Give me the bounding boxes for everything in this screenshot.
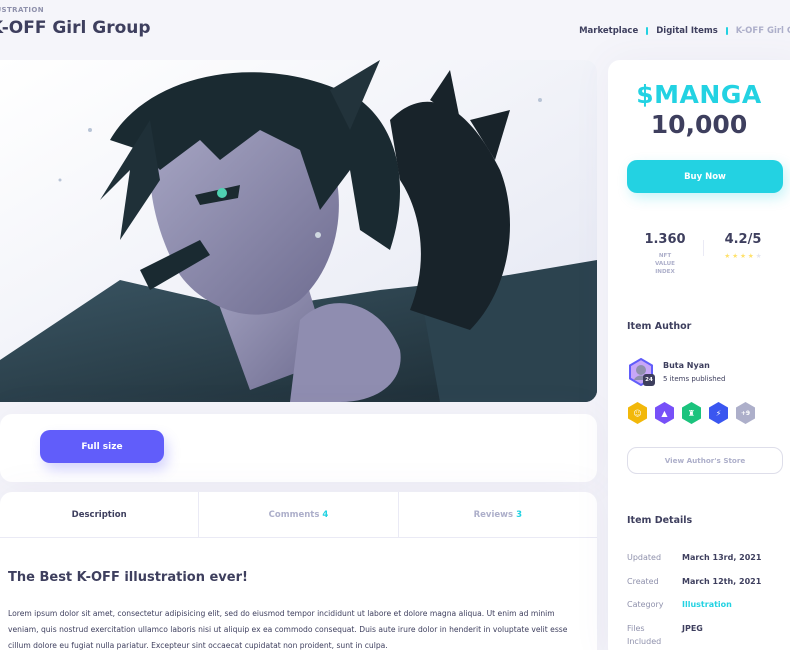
tab-label: Reviews: [473, 509, 514, 520]
tab-label: Comments: [268, 509, 320, 520]
star-empty-icon: ★: [755, 252, 762, 260]
nft-value: 1.360: [644, 232, 686, 247]
nft-value-label: NFT VALUE INDEX: [654, 253, 675, 275]
star-filled-icon: ★: [747, 252, 754, 260]
avatar[interactable]: 24: [627, 357, 655, 387]
full-size-panel: Full size: [0, 414, 597, 482]
star-filled-icon: ★: [740, 252, 746, 260]
price-amount: 10,000: [650, 110, 748, 139]
full-size-button[interactable]: Full size: [40, 430, 164, 463]
tab-description[interactable]: Description: [0, 492, 200, 537]
item-info-card: Description Comments 4 Reviews 3 The Bes…: [0, 492, 597, 650]
detail-value: JPEG: [682, 624, 703, 633]
page-kicker: llustration: [0, 6, 45, 14]
star-filled-icon: ★: [724, 252, 731, 260]
author-badges: ☺ ▲ ♜ ⚡ +9: [627, 401, 756, 425]
author-level-badge: 24: [643, 374, 655, 386]
stat-divider: [703, 240, 704, 256]
breadcrumb-current: K-OFF Girl Grou: [735, 26, 790, 36]
detail-key: Updated: [627, 553, 662, 562]
breadcrumb-marketplace[interactable]: Marketplace: [579, 26, 638, 36]
buy-now-button[interactable]: Buy Now: [627, 160, 783, 193]
tab-count: 3: [516, 509, 522, 520]
view-authors-store-button[interactable]: View Author's Store: [627, 447, 783, 474]
description-text: Lorem ipsum dolor sit amet, consectetur …: [8, 609, 568, 650]
breadcrumb-separator: [725, 27, 728, 35]
nft-value-stat: 1.360 NFT VALUE INDEX: [632, 232, 698, 276]
star-filled-icon: ★: [732, 252, 739, 260]
breadcrumb: Marketplace Digital Items K-OFF Girl Gro…: [579, 26, 790, 36]
trophy-badge-icon[interactable]: ♜: [681, 401, 702, 425]
tab-reviews[interactable]: Reviews 3: [399, 492, 597, 537]
tab-count: 4: [322, 509, 329, 520]
price-currency: $MANGA: [636, 80, 762, 109]
item-preview-image: [0, 60, 597, 402]
author-items-published: 5 items published: [663, 375, 726, 383]
smiley-badge-icon[interactable]: ☺: [627, 401, 648, 425]
page-title: K-OFF Girl Group: [0, 18, 151, 38]
detail-category-link[interactable]: Illustration: [682, 598, 732, 611]
author-name[interactable]: Buta Nyan: [663, 361, 710, 370]
bolt-badge-icon[interactable]: ⚡: [708, 401, 729, 425]
rating-value: 4.2/5: [724, 232, 762, 247]
detail-key: Created: [627, 577, 659, 586]
detail-key: Category: [627, 600, 664, 609]
detail-key: Files Included: [627, 624, 662, 646]
item-author-heading: Item Author: [627, 321, 692, 332]
more-badges-count: +9: [740, 409, 751, 417]
breadcrumb-digital-items[interactable]: Digital Items: [656, 26, 718, 36]
purchase-sidebar: $MANGA 10,000 Buy Now 1.360 NFT VALUE IN…: [608, 60, 790, 650]
rating-stars: ★ ★ ★ ★ ★: [710, 253, 776, 260]
detail-value: March 13rd, 2021: [682, 553, 762, 562]
item-tabs: Description Comments 4 Reviews 3: [0, 492, 597, 538]
breadcrumb-separator: [646, 27, 649, 35]
rating-stat: 4.2/5 ★ ★ ★ ★ ★: [710, 232, 776, 260]
description-heading: The Best K-OFF illustration ever!: [8, 570, 248, 585]
item-page: llustration K-OFF Girl Group Marketplace…: [0, 0, 790, 650]
more-badge-icon[interactable]: +9: [735, 401, 756, 425]
illustration-artwork: [0, 60, 597, 402]
tab-comments[interactable]: Comments 4: [199, 492, 399, 537]
item-details-heading: Item Details: [627, 515, 693, 526]
tab-label: Description: [71, 509, 127, 520]
hat-badge-icon[interactable]: ▲: [654, 401, 675, 425]
detail-value: March 12th, 2021: [682, 577, 762, 586]
